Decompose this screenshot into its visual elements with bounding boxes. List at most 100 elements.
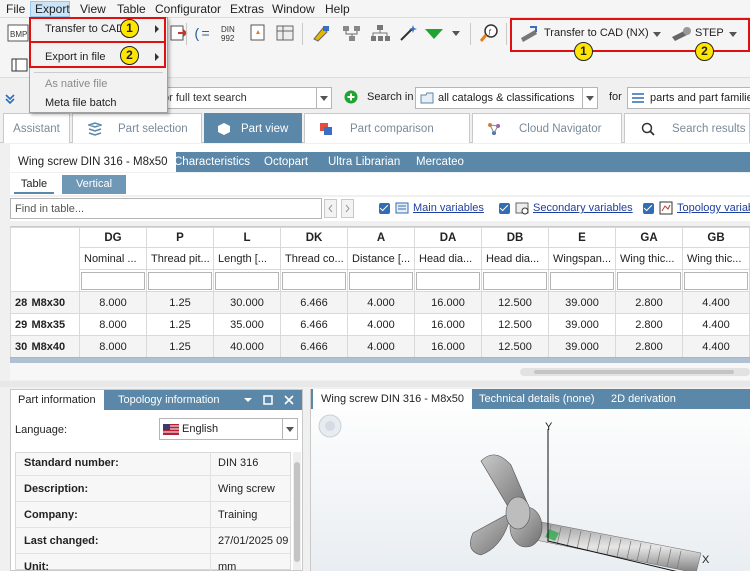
chevron-down-icon[interactable] — [582, 88, 597, 108]
column-filter[interactable] — [79, 269, 147, 292]
menu-file[interactable]: File — [2, 1, 29, 17]
column-code[interactable]: E — [548, 227, 616, 248]
find-in-table-input[interactable]: Find in table... — [10, 198, 322, 219]
collapse-chevron-icon[interactable] — [4, 92, 16, 104]
column-filter[interactable] — [548, 269, 616, 292]
secondary-variables-link[interactable]: Secondary variables — [533, 202, 633, 214]
column-code[interactable]: P — [146, 227, 214, 248]
tab-table[interactable]: Table — [14, 175, 54, 194]
tab-ultra-librarian[interactable]: Ultra Librarian — [320, 152, 408, 172]
green-arrow-icon[interactable] — [422, 21, 446, 45]
topology-variables-link[interactable]: Topology variables — [677, 202, 750, 214]
column-description[interactable]: Length [... — [213, 247, 281, 270]
column-filter-input[interactable] — [416, 271, 480, 290]
column-code[interactable]: GA — [615, 227, 683, 248]
menu-extras[interactable]: Extras — [226, 1, 268, 17]
column-filter[interactable] — [280, 269, 348, 292]
tab-assistant[interactable]: Assistant — [3, 113, 70, 143]
3d-viewport[interactable]: Y X — [311, 409, 750, 571]
column-filter-input[interactable] — [349, 271, 413, 290]
column-filter[interactable] — [347, 269, 415, 292]
table-row[interactable]: 29 M8x35 8.000 1.25 35.000 6.466 4.000 16.000 12… — [10, 313, 750, 336]
menu-help[interactable]: Help — [321, 1, 354, 17]
menu-view[interactable]: View — [76, 1, 110, 17]
topology-variables-checkbox[interactable] — [643, 203, 654, 214]
secondary-variables-checkbox[interactable] — [499, 203, 510, 214]
scrollbar-thumb[interactable] — [534, 370, 734, 374]
column-filter-input[interactable] — [483, 271, 547, 290]
column-code[interactable]: GB — [682, 227, 750, 248]
table-icon[interactable] — [273, 21, 297, 45]
tab-vertical[interactable]: Vertical — [62, 175, 126, 194]
column-filter-input[interactable] — [617, 271, 681, 290]
tab-part-information[interactable]: Part information — [11, 390, 104, 410]
bmp-icon[interactable]: BMP — [6, 21, 30, 45]
table-row[interactable]: 30 M8x40 8.000 1.25 40.000 6.466 4.000 16.000 12… — [10, 335, 750, 358]
language-select[interactable]: English — [159, 418, 298, 440]
tab-2d-derivation[interactable]: 2D derivation — [603, 389, 684, 409]
find-prev-button[interactable] — [324, 199, 337, 218]
column-filter-input[interactable] — [550, 271, 614, 290]
column-filter-input[interactable] — [81, 271, 145, 290]
tab-3d-view[interactable]: Wing screw DIN 316 - M8x50 — [313, 389, 473, 409]
tab-cloud-navigator[interactable]: Cloud Navigator — [472, 113, 622, 143]
column-code[interactable]: DA — [414, 227, 482, 248]
column-filter[interactable] — [481, 269, 549, 292]
chevron-down-icon[interactable] — [282, 419, 297, 439]
hierarchy-icon[interactable] — [368, 21, 392, 45]
column-filter[interactable] — [146, 269, 214, 292]
menu-configurator[interactable]: Configurator — [151, 1, 225, 17]
full-text-search-input[interactable]: or full text search — [158, 87, 332, 109]
column-description[interactable]: Wingspan... — [548, 247, 616, 270]
column-filter[interactable] — [213, 269, 281, 292]
variables-icon[interactable]: (=) — [190, 21, 214, 45]
tab-part-selection[interactable]: Part selection — [72, 113, 202, 143]
horizontal-splitter[interactable] — [0, 381, 750, 387]
column-description[interactable]: Thread pit... — [146, 247, 214, 270]
tab-wing-screw[interactable]: Wing screw DIN 316 - M8x50 — [10, 152, 176, 172]
column-code[interactable]: A — [347, 227, 415, 248]
favorite-icon[interactable] — [246, 21, 270, 45]
column-description[interactable]: Distance [... — [347, 247, 415, 270]
tab-technical-details[interactable]: Technical details (none) — [471, 389, 603, 409]
column-description[interactable]: Wing thic... — [615, 247, 683, 270]
column-code[interactable]: L — [213, 227, 281, 248]
column-description[interactable]: Wing thic... — [682, 247, 750, 270]
column-filter-input[interactable] — [282, 271, 346, 290]
find-next-button[interactable] — [341, 199, 354, 218]
tab-part-view[interactable]: Part view — [204, 113, 302, 143]
column-filter-input[interactable] — [215, 271, 279, 290]
table-row[interactable]: 28 M8x30 8.000 1.25 30.000 6.466 4.000 16.000 12… — [10, 291, 750, 314]
tab-topology-information[interactable]: Topology information — [111, 390, 220, 410]
tab-mercateo[interactable]: Mercateo — [408, 152, 472, 172]
chevron-down-icon[interactable] — [316, 88, 331, 108]
column-description[interactable]: Head dia... — [414, 247, 482, 270]
din-icon[interactable]: DIN 992 — [218, 21, 242, 45]
magic-wand-icon[interactable] — [396, 21, 420, 45]
viewcube-icon[interactable] — [317, 413, 343, 439]
menu-export[interactable]: Export — [30, 1, 70, 17]
menu-window[interactable]: Window — [268, 1, 319, 17]
column-filter[interactable] — [682, 269, 750, 292]
column-description[interactable]: Thread co... — [280, 247, 348, 270]
column-description[interactable]: Nominal ... — [79, 247, 147, 270]
dropdown-icon[interactable] — [243, 395, 253, 405]
menu-table[interactable]: Table — [113, 1, 150, 17]
vertical-scrollbar[interactable] — [293, 452, 301, 570]
tab-octopart[interactable]: Octopart — [256, 152, 316, 172]
horizontal-scrollbar[interactable] — [520, 368, 750, 376]
search-zoom-icon[interactable]: ƒ — [478, 21, 502, 45]
tab-search-results[interactable]: Search results — [624, 113, 750, 143]
column-filter-input[interactable] — [148, 271, 212, 290]
column-filter-input[interactable] — [684, 271, 748, 290]
column-filter[interactable] — [615, 269, 683, 292]
configure-icon[interactable] — [310, 21, 334, 45]
network-icon[interactable] — [340, 21, 364, 45]
main-variables-checkbox[interactable] — [379, 203, 390, 214]
restore-icon[interactable] — [263, 395, 273, 405]
search-scope-select[interactable]: all catalogs & classifications — [415, 87, 598, 109]
tab-characteristics[interactable]: Characteristics — [166, 152, 258, 172]
column-code[interactable]: DB — [481, 227, 549, 248]
menu-meta-file-batch[interactable]: Meta file batch — [30, 93, 167, 113]
column-code[interactable]: DG — [79, 227, 147, 248]
